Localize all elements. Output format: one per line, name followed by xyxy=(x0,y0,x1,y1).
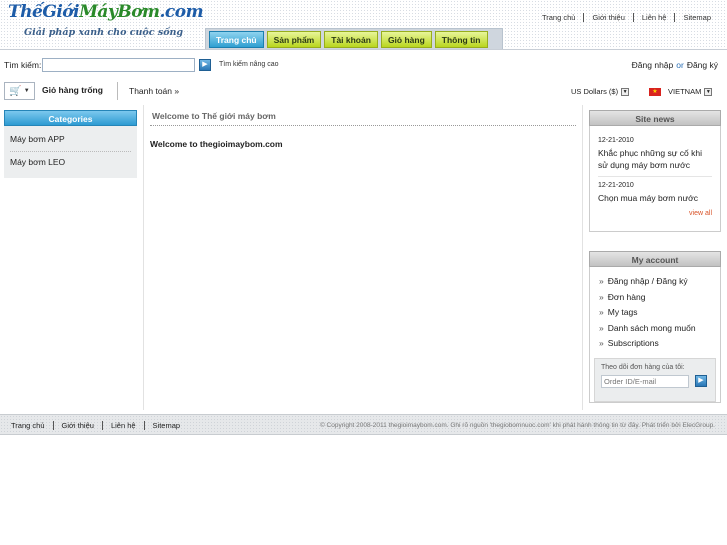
search-label: Tìm kiếm: xyxy=(4,60,42,70)
account-link-orders[interactable]: » Đơn hàng xyxy=(594,290,716,306)
search-input[interactable] xyxy=(42,58,195,72)
tab-products[interactable]: Sản phẩm xyxy=(266,31,322,48)
account-link-wishlist[interactable]: » Danh sách mong muốn xyxy=(594,321,716,337)
top-link-sitemap[interactable]: Sitemap xyxy=(674,13,719,22)
news-link[interactable]: Khắc phục những sự cố khi sử dụng máy bơ… xyxy=(598,147,712,171)
order-tracking: Theo dõi đơn hàng của tôi: ▶ xyxy=(594,357,716,402)
top-link-about[interactable]: Giới thiệu xyxy=(583,13,632,22)
logo-text: ThếGiớiMáyBơm.com xyxy=(8,2,204,22)
chevron-down-icon: ▼ xyxy=(704,87,713,96)
tab-cart[interactable]: Giỏ hàng xyxy=(380,31,432,48)
news-date: 12-21-2010 xyxy=(598,182,634,189)
header: ThếGiớiMáyBơm.com Giải pháp xanh cho cuộ… xyxy=(0,0,727,50)
category-item[interactable]: Máy bơm APP xyxy=(10,132,131,151)
order-id-input[interactable] xyxy=(601,374,689,388)
my-account-box: » Đăng nhập / Đăng ký » Đơn hàng » My tags … xyxy=(589,267,721,403)
left-sidebar: Categories Máy bơm APP Máy bơm LEO xyxy=(4,110,137,178)
auth-links: Đăng nhập or Đăng ký xyxy=(632,60,718,70)
account-link-login[interactable]: » Đăng nhập / Đăng ký xyxy=(594,274,716,290)
news-link[interactable]: Chọn mua máy bơm nước xyxy=(598,192,712,204)
copyright: © Copyright 2008-2011 thegioimaybom.com.… xyxy=(319,422,715,429)
track-button[interactable]: ▶ xyxy=(695,375,707,387)
chevron-right-icon: » xyxy=(599,307,604,317)
currency-value: US Dollars ($) xyxy=(571,87,619,96)
footer-link-sitemap[interactable]: Sitemap xyxy=(143,421,189,430)
chevron-right-icon: » xyxy=(599,338,604,348)
tab-account[interactable]: Tài khoản xyxy=(324,31,378,48)
chevron-right-icon: » xyxy=(599,276,604,286)
categories-title: Categories xyxy=(4,110,137,126)
main-tabs: Trang chủ Sản phẩm Tài khoản Giỏ hàng Th… xyxy=(205,28,503,50)
search-bar: Tìm kiếm: ▶ Tìm kiếm nâng cao Đăng nhập o… xyxy=(0,57,727,75)
divider xyxy=(598,176,712,177)
my-account-title: My account xyxy=(589,251,721,267)
vietnam-flag-icon: ★ xyxy=(649,87,661,96)
currency-select[interactable]: US Dollars ($) ▼ xyxy=(571,87,630,96)
news-date: 12-21-2010 xyxy=(598,137,634,144)
search-button[interactable]: ▶ xyxy=(199,59,211,71)
chevron-right-icon: » xyxy=(599,291,604,302)
checkout-link[interactable]: Thanh toán » xyxy=(129,86,179,96)
column-divider xyxy=(143,105,144,410)
register-link[interactable]: Đăng ký xyxy=(687,60,718,70)
footer-links: Trang chủ Giới thiệu Liên hệ Sitemap xyxy=(3,421,188,430)
chevron-down-icon: ▼ xyxy=(23,88,30,94)
or-text: or xyxy=(676,60,684,70)
cart-bar: 🛒 ▼ Giỏ hàng trống Thanh toán » US Dolla… xyxy=(0,80,727,102)
account-link-tags[interactable]: » My tags xyxy=(594,305,716,321)
chevron-right-icon: » xyxy=(599,322,604,333)
country-value: VIETNAM xyxy=(668,87,702,96)
login-link[interactable]: Đăng nhập xyxy=(632,60,674,70)
top-links: Trang chủ Giới thiệu Liên hệ Sitemap xyxy=(534,13,719,22)
header-divider xyxy=(0,49,727,50)
categories-list: Máy bơm APP Máy bơm LEO xyxy=(4,126,137,178)
cart-status: Giỏ hàng trống xyxy=(42,85,103,95)
page-title: Welcome to Thế giới máy bơm xyxy=(150,109,576,126)
shopping-cart-icon: 🛒 xyxy=(9,85,22,97)
right-sidebar: Site news 12-21-2010 Khắc phục những sự … xyxy=(589,110,721,403)
footer: Trang chủ Giới thiệu Liên hệ Sitemap © C… xyxy=(0,414,727,435)
divider xyxy=(117,82,118,100)
cart-dropdown[interactable]: 🛒 ▼ xyxy=(4,82,35,100)
chevron-down-icon: ▼ xyxy=(621,87,630,96)
account-link-subscriptions[interactable]: » Subscriptions xyxy=(594,336,716,352)
site-logo[interactable]: ThếGiớiMáyBơm.com Giải pháp xanh cho cuộ… xyxy=(6,2,211,42)
view-all-link[interactable]: view all xyxy=(598,210,712,217)
top-link-home[interactable]: Trang chủ xyxy=(534,13,584,22)
advanced-search-link[interactable]: Tìm kiếm nâng cao xyxy=(219,61,279,68)
tab-info[interactable]: Thông tin xyxy=(434,31,488,48)
country-select[interactable]: ★ VIETNAM ▼ xyxy=(649,87,713,96)
footer-link-about[interactable]: Giới thiệu xyxy=(52,421,102,430)
top-link-contact[interactable]: Liên hệ xyxy=(632,13,675,22)
footer-link-contact[interactable]: Liên hệ xyxy=(101,421,144,430)
site-news-title: Site news xyxy=(589,110,721,126)
category-item[interactable]: Máy bơm LEO xyxy=(10,151,131,174)
track-label: Theo dõi đơn hàng của tôi: xyxy=(601,363,685,371)
arrow-right-icon: ▶ xyxy=(698,377,704,384)
footer-link-home[interactable]: Trang chủ xyxy=(3,421,53,430)
welcome-text: Welcome to thegioimaybom.com xyxy=(150,139,283,149)
tab-home[interactable]: Trang chủ xyxy=(209,31,264,48)
arrow-right-icon: ▶ xyxy=(202,61,208,68)
logo-tagline: Giải pháp xanh cho cuộc sống xyxy=(24,27,184,38)
main-content: Welcome to Thế giới máy bơm Welcome to t… xyxy=(150,109,576,149)
site-news-box: 12-21-2010 Khắc phục những sự cố khi sử … xyxy=(589,126,721,232)
column-divider xyxy=(582,105,583,410)
